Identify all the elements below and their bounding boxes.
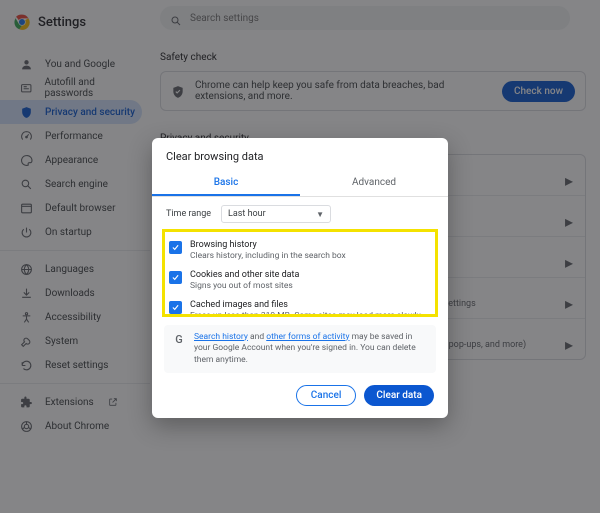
- checkbox-browsing-history[interactable]: [169, 241, 182, 254]
- check-title: Cached images and files: [190, 300, 431, 310]
- time-range-label: Time range: [166, 209, 211, 219]
- check-title: Cookies and other site data: [190, 270, 299, 280]
- checkbox-cached[interactable]: [169, 301, 182, 314]
- time-range-select[interactable]: Last hour ▼: [221, 205, 331, 223]
- dialog-title: Clear browsing data: [152, 138, 448, 171]
- check-title: Browsing history: [190, 240, 346, 250]
- check-desc: Clears history, including in the search …: [190, 251, 346, 262]
- check-row-cookies[interactable]: Cookies and other site dataSigns you out…: [167, 266, 433, 296]
- clear-browsing-data-dialog: Clear browsing data Basic Advanced Time …: [152, 138, 448, 418]
- check-row-browsing-history[interactable]: Browsing historyClears history, includin…: [167, 236, 433, 266]
- cancel-button[interactable]: Cancel: [296, 385, 357, 406]
- tab-basic[interactable]: Basic: [152, 171, 300, 196]
- check-desc: Frees up less than 319 MB. Some sites ma…: [190, 311, 431, 317]
- caret-down-icon: ▼: [316, 210, 324, 219]
- google-g-icon: G: [172, 333, 186, 347]
- time-range-row: Time range Last hour ▼: [152, 197, 448, 229]
- info-text: Search history and other forms of activi…: [194, 332, 428, 366]
- checkbox-highlight-area: Browsing historyClears history, includin…: [162, 229, 438, 317]
- tab-advanced[interactable]: Advanced: [300, 171, 448, 196]
- info-box: G Search history and other forms of acti…: [164, 325, 436, 373]
- modal-overlay[interactable]: Clear browsing data Basic Advanced Time …: [0, 0, 600, 513]
- checkbox-cookies[interactable]: [169, 271, 182, 284]
- check-row-cached[interactable]: Cached images and filesFrees up less tha…: [167, 296, 433, 317]
- link-other-activity[interactable]: other forms of activity: [266, 332, 349, 342]
- clear-data-button[interactable]: Clear data: [364, 385, 434, 406]
- check-desc: Signs you out of most sites: [190, 281, 299, 292]
- dialog-actions: Cancel Clear data: [152, 373, 448, 406]
- dialog-tabs: Basic Advanced: [152, 171, 448, 197]
- time-range-value: Last hour: [228, 209, 266, 219]
- link-search-history[interactable]: Search history: [194, 332, 248, 342]
